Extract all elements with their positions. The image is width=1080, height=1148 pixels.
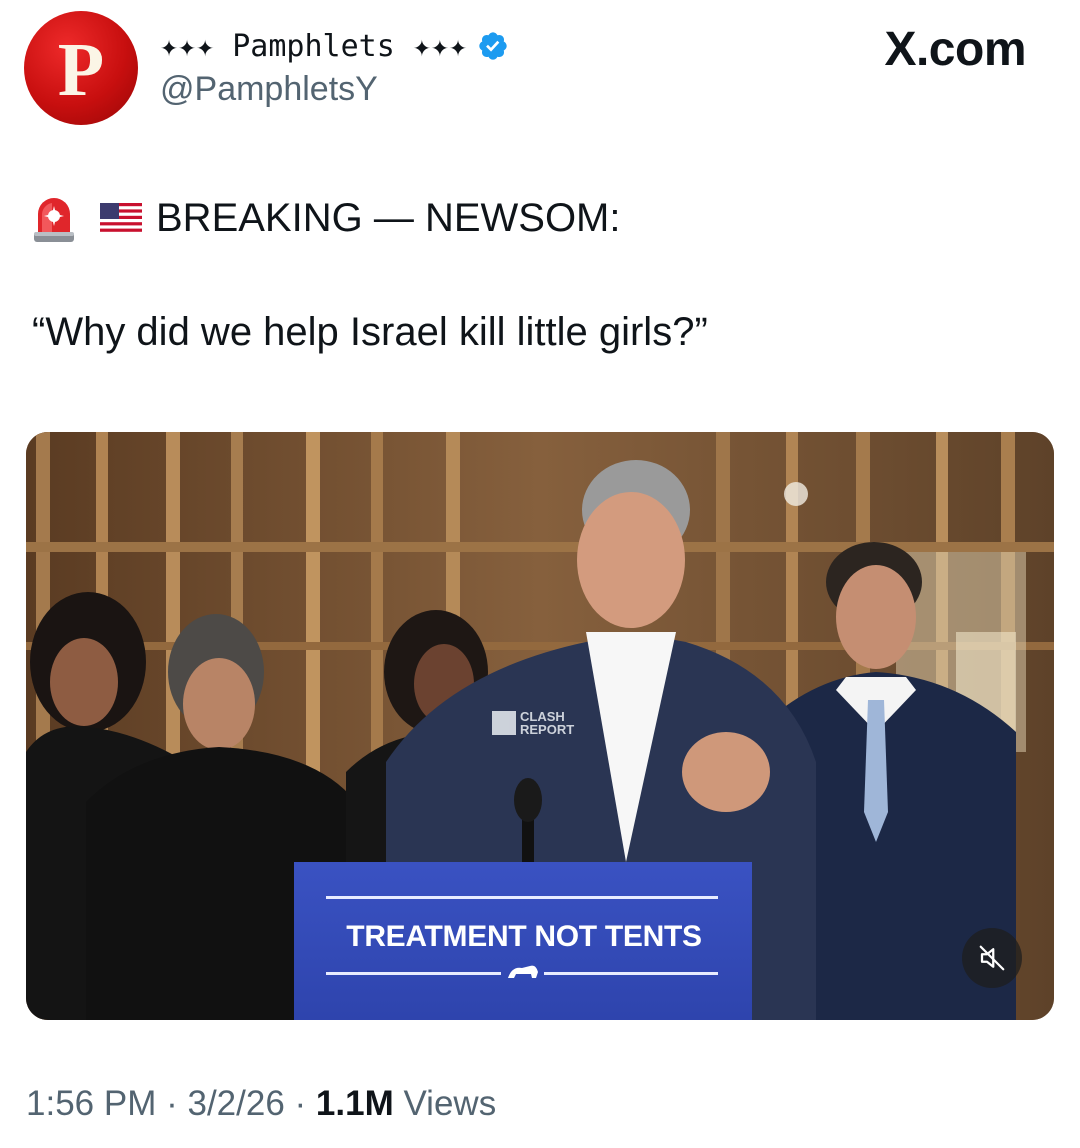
mute-toggle-button[interactable] [962, 928, 1022, 988]
muted-speaker-icon [979, 945, 1005, 971]
author-display-name[interactable]: ✦✦✦ Pamphlets ✦✦✦ [160, 29, 467, 64]
clash-report-watermark: CLASH REPORT [492, 710, 574, 736]
tweet-meta: 1:56 PM · 3/2/26 · 1.1M Views [26, 1084, 496, 1124]
us-flag-icon [100, 203, 142, 233]
meta-separator-1: · [166, 1084, 178, 1123]
verified-badge-icon [479, 32, 507, 60]
podium-sign-text: TREATMENT NOT TENTS [346, 920, 702, 953]
author-avatar[interactable]: P [24, 11, 138, 125]
meta-separator-2: · [294, 1084, 307, 1123]
author-display-name-row[interactable]: ✦✦✦ Pamphlets ✦✦✦ [160, 24, 509, 68]
brand-watermark: X.com [884, 23, 1026, 76]
clash-report-logo-icon [492, 711, 516, 735]
author-handle[interactable]: @PamphletsY [160, 70, 378, 109]
video-player[interactable]: CLASH REPORT TREATMENT NOT TENTS [26, 432, 1054, 1020]
watermark-line-2: REPORT [520, 722, 575, 737]
tweet-time[interactable]: 1:56 PM [26, 1084, 156, 1123]
tweet-quote: “Why did we help Israel kill little girl… [32, 310, 708, 354]
views-count[interactable]: 1.1M [316, 1084, 394, 1123]
tweet-headline-row: BREAKING — NEWSOM: [32, 190, 621, 246]
headline-text: BREAKING — NEWSOM: [156, 195, 621, 240]
tweet-date[interactable]: 3/2/26 [187, 1084, 284, 1123]
avatar-letter: P [57, 28, 105, 112]
views-label: Views [403, 1084, 497, 1123]
rotating-light-icon [34, 198, 74, 242]
